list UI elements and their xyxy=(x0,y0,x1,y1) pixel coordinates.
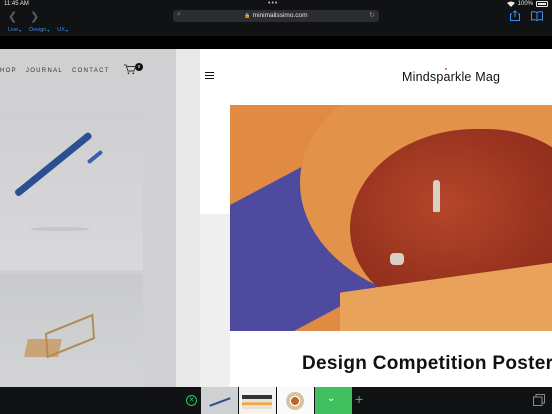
chevron-down-icon: ▾ xyxy=(47,27,50,33)
plate-thumb xyxy=(286,392,304,410)
back-button[interactable]: ❮ xyxy=(8,10,17,23)
browser-chrome: 11:45 AM ••• 100% ❮ ❯ ⌕ 🔒 minimalissimo.c… xyxy=(0,0,552,36)
address-bar[interactable]: ⌕ 🔒 minimalissimo.com ↻ xyxy=(173,10,379,22)
product-image-pen[interactable] xyxy=(0,115,143,270)
sitting-figure xyxy=(390,253,404,265)
nav-journal[interactable]: JOURNAL xyxy=(26,68,63,74)
status-right: 100% xyxy=(506,1,548,7)
battery-percent: 100% xyxy=(517,1,533,7)
right-webpage: Mindsparkle Mag Design Competition Poste… xyxy=(200,49,552,387)
tab-thumbnail[interactable] xyxy=(239,387,276,414)
multitasking-dots[interactable]: ••• xyxy=(268,0,278,7)
site-nav: HOP JOURNAL CONTACT xyxy=(0,68,110,74)
lock-icon: 🔒 xyxy=(244,13,251,19)
url-display: 🔒 minimalissimo.com xyxy=(173,12,379,19)
tab-thumbnail[interactable] xyxy=(201,387,238,414)
tabs-icon[interactable] xyxy=(533,394,545,406)
chevron-down-icon: ⌄ xyxy=(327,393,336,404)
pen-cap xyxy=(86,149,104,165)
cart-count-badge: 0 xyxy=(135,63,143,71)
share-icon[interactable] xyxy=(510,10,520,21)
hero-backdrop xyxy=(200,214,230,387)
chevron-down-icon: ▾ xyxy=(19,27,22,33)
battery-icon xyxy=(536,1,548,7)
url-text: minimalissimo.com xyxy=(252,12,308,19)
reload-button[interactable]: ↻ xyxy=(369,11,375,19)
favorite-live[interactable]: Live ▾ xyxy=(8,27,21,33)
bottom-toolbar: ✕ ⌄ + xyxy=(0,387,552,414)
product-image-wood-object[interactable] xyxy=(0,274,143,387)
logo-dot xyxy=(445,68,447,70)
nav-contact[interactable]: CONTACT xyxy=(72,68,110,74)
books-thumb xyxy=(242,395,272,409)
status-time: 11:45 AM xyxy=(4,1,29,7)
nav-shop[interactable]: HOP xyxy=(0,68,17,74)
favorite-design[interactable]: Design ▾ xyxy=(29,27,49,33)
article-headline[interactable]: Design Competition Poster xyxy=(302,353,552,375)
tab-thumbnail[interactable]: ⌄ xyxy=(315,387,352,414)
wire-frame xyxy=(45,313,95,359)
book-icon[interactable] xyxy=(531,11,543,21)
tab-thumbnail[interactable] xyxy=(277,387,314,414)
pen-body xyxy=(13,131,93,198)
favorite-ux[interactable]: UX ▾ xyxy=(57,27,68,33)
tab-thumbnails: ⌄ xyxy=(201,387,353,414)
plus-icon[interactable]: + xyxy=(355,391,363,407)
split-view-divider[interactable] xyxy=(176,49,200,387)
forward-button[interactable]: ❯ xyxy=(30,10,39,23)
hero-image[interactable] xyxy=(230,105,552,331)
favorites-bar: Live ▾ Design ▾ UX ▾ xyxy=(8,27,68,33)
standing-figure xyxy=(433,180,440,212)
wifi-icon xyxy=(506,1,515,7)
hamburger-icon[interactable] xyxy=(205,72,214,79)
left-webpage: HOP JOURNAL CONTACT 0 xyxy=(0,49,176,387)
pen-shadow xyxy=(30,227,90,231)
close-circle-icon[interactable]: ✕ xyxy=(186,395,197,406)
pen-thumb xyxy=(209,397,231,407)
chevron-down-icon: ▾ xyxy=(65,27,68,33)
site-title[interactable]: Mindsparkle Mag xyxy=(402,70,500,84)
